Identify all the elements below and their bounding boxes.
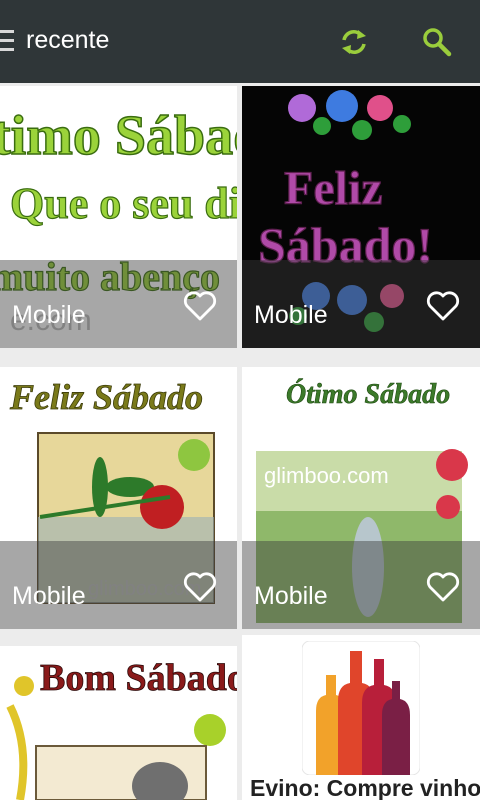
heart-icon[interactable]	[426, 290, 460, 322]
wine-bottles-logo	[302, 641, 420, 775]
app-promo-title: Evino: Compre vinho	[250, 775, 480, 800]
caption-line: Feliz Sábado	[9, 377, 203, 417]
card-label: Mobile	[12, 301, 86, 329]
app-bar: recente	[0, 0, 480, 83]
caption-line: Bom Sábado	[40, 657, 237, 699]
heart-icon[interactable]	[183, 290, 217, 322]
wallpaper-card[interactable]: Bom Sábado	[0, 646, 237, 800]
caption-line: Feliz	[284, 162, 383, 215]
wallpaper-card[interactable]: Ótimo Sábado glimboo.com Mobile	[242, 367, 480, 629]
caption-line: Ótimo Sábado	[286, 379, 450, 410]
app-promo-card[interactable]: Evino: Compre vinho	[242, 635, 480, 800]
search-icon[interactable]	[418, 24, 454, 60]
card-label: Mobile	[12, 582, 86, 610]
wallpaper-card[interactable]: timo Sábad Que o seu dia muito abenço e.…	[0, 86, 237, 348]
wallpaper-image: Bom Sábado	[0, 646, 237, 800]
wallpaper-card[interactable]: Feliz Sábado glimboo.com Mobile	[0, 367, 237, 629]
page-title: recente	[26, 26, 110, 54]
caption-line: timo Sábad	[0, 105, 237, 167]
wallpaper-card[interactable]: Feliz Sábado! Mobile	[242, 86, 480, 348]
refresh-icon[interactable]	[336, 24, 372, 60]
card-label: Mobile	[254, 301, 328, 329]
caption-line: Que o seu dia	[10, 179, 237, 228]
heart-icon[interactable]	[183, 571, 217, 603]
wallpaper-grid: timo Sábad Que o seu dia muito abenço e.…	[0, 83, 480, 800]
card-label: Mobile	[254, 582, 328, 610]
heart-icon[interactable]	[426, 571, 460, 603]
watermark: glimboo.com	[264, 463, 389, 488]
hamburger-icon[interactable]	[0, 30, 14, 52]
